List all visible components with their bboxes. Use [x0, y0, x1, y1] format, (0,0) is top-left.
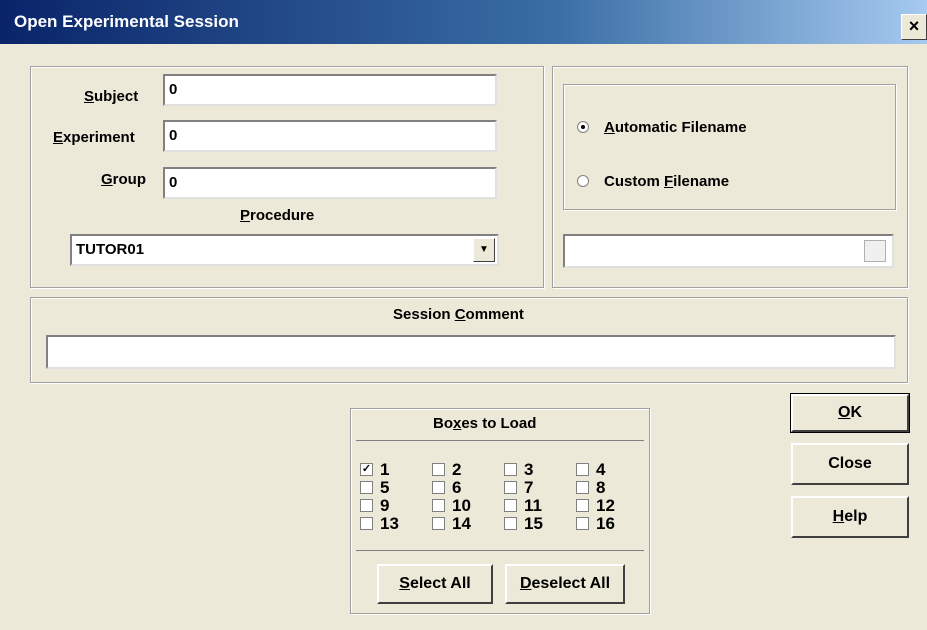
box-8-checkbox[interactable] [576, 481, 589, 494]
ok-button[interactable]: OK [790, 393, 910, 433]
automatic-filename-radio[interactable] [577, 121, 589, 133]
box-13-label: 13 [380, 514, 399, 533]
box-9-checkbox[interactable] [360, 499, 373, 512]
box-1-checkbox[interactable]: ✓ [360, 463, 373, 476]
box-16-label: 16 [596, 514, 615, 533]
experiment-label: Experiment [53, 129, 135, 146]
close-icon: × [908, 16, 920, 36]
box-7-label: 7 [524, 478, 534, 497]
box-6-checkbox[interactable] [432, 481, 445, 494]
open-experimental-session-dialog: Open Experimental Session × Subject 0 Ex… [0, 0, 927, 630]
box-6-label: 6 [452, 478, 462, 497]
group-label: Group [101, 171, 146, 188]
custom-filename-radio[interactable] [577, 175, 589, 187]
procedure-value: TUTOR01 [76, 241, 145, 258]
box-11-label: 11 [524, 496, 542, 515]
procedure-select[interactable]: TUTOR01 ▼ [70, 234, 499, 266]
box-5-label: 5 [380, 478, 390, 497]
box-13-checkbox[interactable] [360, 517, 373, 530]
box-5-checkbox[interactable] [360, 481, 373, 494]
experiment-input[interactable]: 0 [163, 120, 497, 152]
boxes-to-load-title: Boxes to Load [433, 415, 537, 432]
box-7-checkbox[interactable] [504, 481, 517, 494]
dropdown-arrow-icon[interactable]: ▼ [473, 238, 495, 262]
box-15-checkbox[interactable] [504, 517, 517, 530]
session-comment-label: Session Comment [393, 306, 524, 323]
select-all-button[interactable]: Select All [377, 564, 493, 604]
box-10-checkbox[interactable] [432, 499, 445, 512]
close-button[interactable]: Close [791, 443, 909, 485]
box-9-label: 9 [380, 496, 390, 515]
box-3-checkbox[interactable] [504, 463, 517, 476]
box-2-label: 2 [452, 460, 462, 479]
box-12-label: 12 [596, 496, 615, 515]
box-15-label: 15 [524, 514, 543, 533]
box-4-checkbox[interactable] [576, 463, 589, 476]
box-14-checkbox[interactable] [432, 517, 445, 530]
box-10-label: 10 [452, 496, 471, 515]
title-bar: Open Experimental Session × [0, 0, 927, 44]
subject-label: Subject [84, 88, 139, 105]
procedure-label: Procedure [240, 207, 315, 224]
session-comment-input[interactable] [46, 335, 896, 369]
window-title: Open Experimental Session [14, 12, 239, 31]
boxes-divider-bottom [356, 550, 644, 551]
custom-filename-input[interactable] [563, 234, 894, 268]
custom-filename-label: Custom Filename [604, 173, 730, 190]
box-14-label: 14 [452, 514, 471, 533]
help-button[interactable]: Help [791, 496, 909, 538]
folder-browse-icon[interactable] [864, 240, 886, 262]
deselect-all-button[interactable]: Deselect All [505, 564, 625, 604]
subject-input[interactable]: 0 [163, 74, 497, 106]
box-2-checkbox[interactable] [432, 463, 445, 476]
box-1-label: 1 [380, 460, 390, 479]
boxes-divider-top [356, 440, 644, 441]
filename-mode-box [563, 84, 896, 210]
automatic-filename-label: Automatic Filename [604, 119, 747, 136]
group-input[interactable]: 0 [163, 167, 497, 199]
box-4-label: 4 [596, 460, 606, 479]
box-12-checkbox[interactable] [576, 499, 589, 512]
box-16-checkbox[interactable] [576, 517, 589, 530]
close-window-button[interactable]: × [901, 14, 927, 40]
box-8-label: 8 [596, 478, 606, 497]
box-11-checkbox[interactable] [504, 499, 517, 512]
box-3-label: 3 [524, 460, 534, 479]
